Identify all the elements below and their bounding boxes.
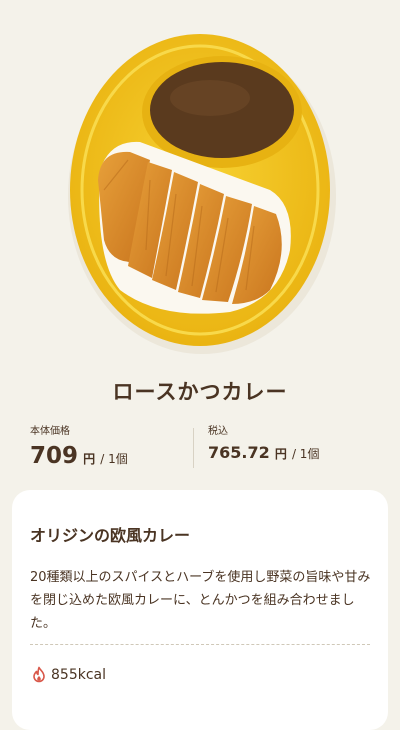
base-price-value: 709 [30, 443, 79, 469]
tax-price-value: 765.72 [208, 443, 270, 462]
tax-price-per-unit: / 1個 [291, 447, 320, 461]
product-image [0, 0, 400, 360]
dashed-divider [30, 644, 370, 645]
base-price-currency: 円 [83, 452, 96, 466]
description-body: 20種類以上のスパイスとハーブを使用し野菜の旨味や甘みを閉じ込めた欧風カレーに、… [30, 570, 371, 631]
tax-price: 税込 765.72 円 / 1個 [208, 422, 319, 462]
base-price-per-unit: / 1個 [100, 452, 128, 466]
price-section: 本体価格 709 円 / 1個 税込 765.72 円 / 1個 [30, 422, 390, 472]
tax-price-currency: 円 [274, 447, 287, 461]
flame-icon [33, 666, 45, 683]
base-price: 本体価格 709 円 / 1個 [30, 422, 128, 469]
tax-price-label: 税込 [208, 426, 228, 437]
calorie-info: 855kcal [30, 666, 106, 684]
calorie-value: 855kcal [51, 667, 106, 683]
description-card: オリジンの欧風カレー 20種類以上のスパイスとハーブを使用し野菜の旨味や甘みを閉… [12, 490, 388, 730]
price-divider [193, 428, 194, 468]
description-heading: オリジンの欧風カレー [30, 526, 191, 545]
base-price-label: 本体価格 [30, 426, 70, 437]
product-title: ロースかつカレー [112, 380, 288, 404]
curry-bento-illustration [68, 34, 336, 354]
